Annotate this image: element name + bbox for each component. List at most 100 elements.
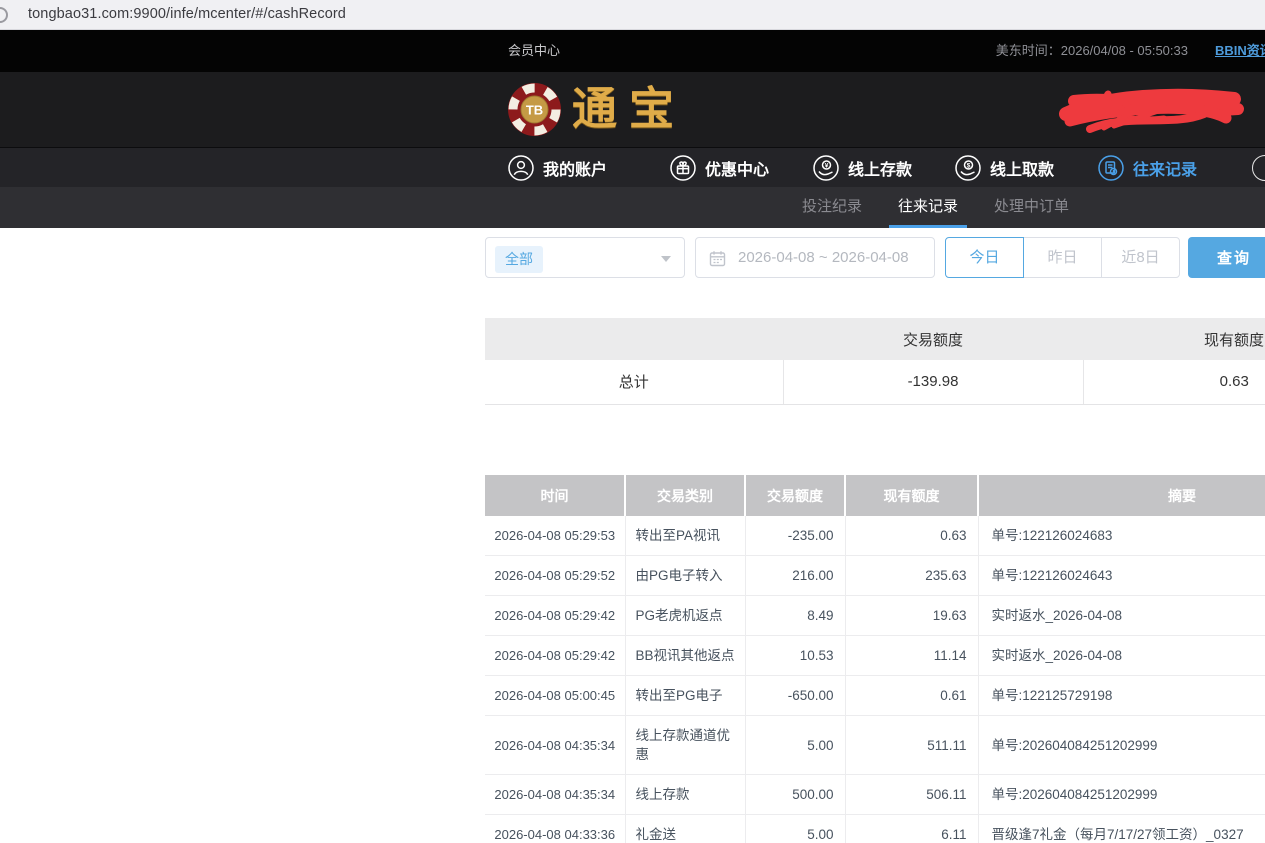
type-filter-selected-tag[interactable]: 全部 [495, 246, 543, 273]
cell-amount: 5.00 [745, 716, 845, 775]
cell-type: 线上存款通道优惠 [625, 716, 745, 775]
summary-balance-value: 0.63 [1083, 360, 1265, 404]
svg-text:¥: ¥ [825, 162, 829, 169]
summary-header-transaction: 交易额度 [783, 318, 1083, 360]
cell-balance: 511.11 [845, 716, 978, 775]
cell-balance: 19.63 [845, 596, 978, 636]
cell-type: BB视讯其他返点 [625, 636, 745, 676]
cell-summary: 单号:122125729198 [978, 676, 1265, 716]
date-range-input[interactable]: 2026-04-08 ~ 2026-04-08 [695, 237, 935, 278]
brand-chip-logo[interactable]: TB [507, 82, 562, 142]
summary-table: 交易额度 现有额度 总计 -139.98 0.63 [485, 318, 1265, 405]
table-row: 2026-04-08 05:29:53转出至PA视讯-235.000.63单号:… [485, 516, 1265, 556]
cell-summary: 单号:202604084251202999 [978, 716, 1265, 775]
cell-amount: -650.00 [745, 676, 845, 716]
cell-balance: 506.11 [845, 775, 978, 815]
cell-balance: 0.63 [845, 516, 978, 556]
cell-type: 转出至PA视讯 [625, 516, 745, 556]
site-header: TB 通宝 [0, 72, 1265, 147]
tab-betting-records[interactable]: 投注纪录 [797, 187, 867, 228]
nav-item-partial-icon[interactable] [1252, 155, 1265, 181]
cell-amount: 216.00 [745, 556, 845, 596]
cell-summary: 晋级逢7礼金（每月7/17/27领工资）_0327 [978, 815, 1265, 843]
cell-amount: 8.49 [745, 596, 845, 636]
cell-amount: 10.53 [745, 636, 845, 676]
cell-time: 2026-04-08 05:29:52 [485, 556, 625, 596]
cell-summary: 单号:202604084251202999 [978, 775, 1265, 815]
cell-time: 2026-04-08 04:33:36 [485, 815, 625, 843]
svg-text:$: $ [967, 162, 971, 169]
browser-address-bar[interactable]: tongbao31.com:9900/infe/mcenter/#/cashRe… [0, 0, 1265, 30]
table-row: 2026-04-08 04:35:34线上存款通道优惠5.00511.11单号:… [485, 716, 1265, 775]
type-filter-select[interactable]: 全部 [485, 237, 685, 278]
transactions-table: 时间 交易类别 交易额度 现有额度 摘要 2026-04-08 05:29:53… [485, 475, 1265, 843]
user-icon [508, 155, 534, 181]
chevron-down-icon [661, 256, 671, 262]
cell-balance: 6.11 [845, 815, 978, 843]
transactions-body: 2026-04-08 05:29:53转出至PA视讯-235.000.63单号:… [485, 516, 1265, 843]
search-button[interactable]: 查询 [1188, 237, 1265, 278]
cell-type: PG老虎机返点 [625, 596, 745, 636]
header-balance: 现有额度 [845, 475, 978, 516]
cell-balance: 11.14 [845, 636, 978, 676]
main-navigation: 我的账户 优惠中心 ¥ 线上存款 $ 线上取款 往来记录 [0, 147, 1265, 187]
cell-time: 2026-04-08 04:35:34 [485, 716, 625, 775]
table-row: 2026-04-08 05:29:42PG老虎机返点8.4919.63实时返水_… [485, 596, 1265, 636]
tab-pending-orders[interactable]: 处理中订单 [989, 187, 1074, 228]
summary-header-empty [485, 318, 783, 360]
sub-navigation: 投注纪录 往来记录 处理中订单 [0, 187, 1265, 228]
cell-type: 由PG电子转入 [625, 556, 745, 596]
header-type: 交易类别 [625, 475, 745, 516]
cell-time: 2026-04-08 05:29:42 [485, 596, 625, 636]
cell-summary: 实时返水_2026-04-08 [978, 636, 1265, 676]
bbin-news-link[interactable]: BBIN资讯 [1215, 30, 1265, 72]
server-time: 美东时间：2026/04/08 - 05:50:33 [996, 30, 1188, 72]
summary-total-label: 总计 [485, 360, 783, 404]
cell-time: 2026-04-08 05:29:53 [485, 516, 625, 556]
range-last8days-button[interactable]: 近8日 [1101, 237, 1180, 278]
table-row: 2026-04-08 04:35:34线上存款500.00506.11单号:20… [485, 775, 1265, 815]
nav-item-promotions[interactable]: 优惠中心 [670, 148, 769, 188]
deposit-icon: ¥ [813, 155, 839, 181]
cell-type: 线上存款 [625, 775, 745, 815]
cell-summary: 单号:122126024683 [978, 516, 1265, 556]
cell-type: 礼金送 [625, 815, 745, 843]
summary-header-balance: 现有额度 [1083, 318, 1265, 360]
member-center-link[interactable]: 会员中心 [508, 30, 560, 72]
cell-amount: -235.00 [745, 516, 845, 556]
nav-label: 我的账户 [543, 156, 607, 180]
brand-name[interactable]: 通宝 [572, 80, 686, 138]
header-time: 时间 [485, 475, 625, 516]
cell-time: 2026-04-08 04:35:34 [485, 775, 625, 815]
nav-item-my-account[interactable]: 我的账户 [508, 148, 607, 188]
summary-transaction-value: -139.98 [783, 360, 1083, 404]
summary-total-row: 总计 -139.98 0.63 [485, 360, 1265, 404]
table-row: 2026-04-08 05:29:52由PG电子转入216.00235.63单号… [485, 556, 1265, 596]
calendar-icon [709, 250, 726, 267]
cell-balance: 0.61 [845, 676, 978, 716]
tab-transaction-records[interactable]: 往来记录 [893, 187, 963, 228]
nav-item-online-deposit[interactable]: ¥ 线上存款 [813, 148, 912, 188]
table-row: 2026-04-08 05:29:42BB视讯其他返点10.5311.14实时返… [485, 636, 1265, 676]
redaction-scribble [1052, 83, 1248, 142]
nav-label: 线上取款 [990, 156, 1054, 180]
range-today-button[interactable]: 今日 [945, 237, 1024, 278]
cell-summary: 单号:122126024643 [978, 556, 1265, 596]
withdraw-icon: $ [955, 155, 981, 181]
cell-time: 2026-04-08 05:00:45 [485, 676, 625, 716]
date-range-value: 2026-04-08 ~ 2026-04-08 [738, 238, 909, 277]
nav-label: 优惠中心 [705, 156, 769, 180]
page-url: tongbao31.com:9900/infe/mcenter/#/cashRe… [28, 0, 346, 29]
range-yesterday-button[interactable]: 昨日 [1023, 237, 1102, 278]
nav-item-online-withdrawal[interactable]: $ 线上取款 [955, 148, 1054, 188]
cell-balance: 235.63 [845, 556, 978, 596]
transactions-header-row: 时间 交易类别 交易额度 现有额度 摘要 [485, 475, 1265, 516]
nav-label: 线上存款 [848, 156, 912, 180]
nav-label: 往来记录 [1133, 156, 1197, 180]
server-time-value: 2026/04/08 - 05:50:33 [1061, 43, 1188, 58]
nav-item-transaction-records[interactable]: 往来记录 [1098, 148, 1197, 188]
server-time-label: 美东时间： [996, 43, 1061, 58]
summary-header-row: 交易额度 现有额度 [485, 318, 1265, 360]
cell-amount: 500.00 [745, 775, 845, 815]
cell-amount: 5.00 [745, 815, 845, 843]
